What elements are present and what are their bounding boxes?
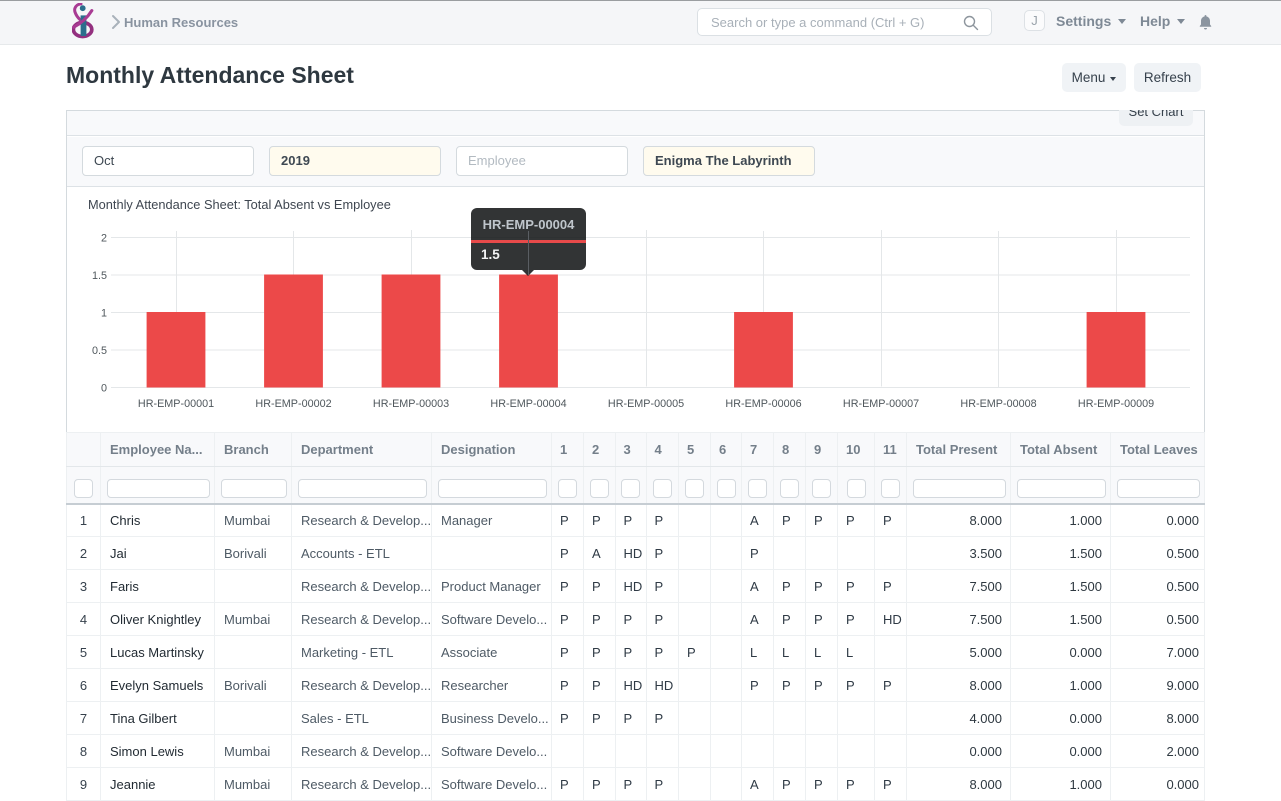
svg-text:HR-EMP-00009: HR-EMP-00009 xyxy=(1078,398,1154,410)
svg-text:2: 2 xyxy=(101,232,107,244)
svg-text:HR-EMP-00002: HR-EMP-00002 xyxy=(255,398,331,410)
svg-text:1.5: 1.5 xyxy=(92,270,107,282)
svg-text:HR-EMP-00004: HR-EMP-00004 xyxy=(490,398,566,410)
svg-text:HR-EMP-00006: HR-EMP-00006 xyxy=(725,398,801,410)
svg-text:HR-EMP-00005: HR-EMP-00005 xyxy=(608,398,684,410)
svg-text:1: 1 xyxy=(101,308,107,320)
svg-text:HR-EMP-00007: HR-EMP-00007 xyxy=(843,398,919,410)
svg-text:HR-EMP-00003: HR-EMP-00003 xyxy=(373,398,449,410)
svg-text:0: 0 xyxy=(101,383,107,395)
svg-text:HR-EMP-00001: HR-EMP-00001 xyxy=(138,398,214,410)
svg-text:HR-EMP-00008: HR-EMP-00008 xyxy=(960,398,1036,410)
svg-text:0.5: 0.5 xyxy=(92,345,107,357)
